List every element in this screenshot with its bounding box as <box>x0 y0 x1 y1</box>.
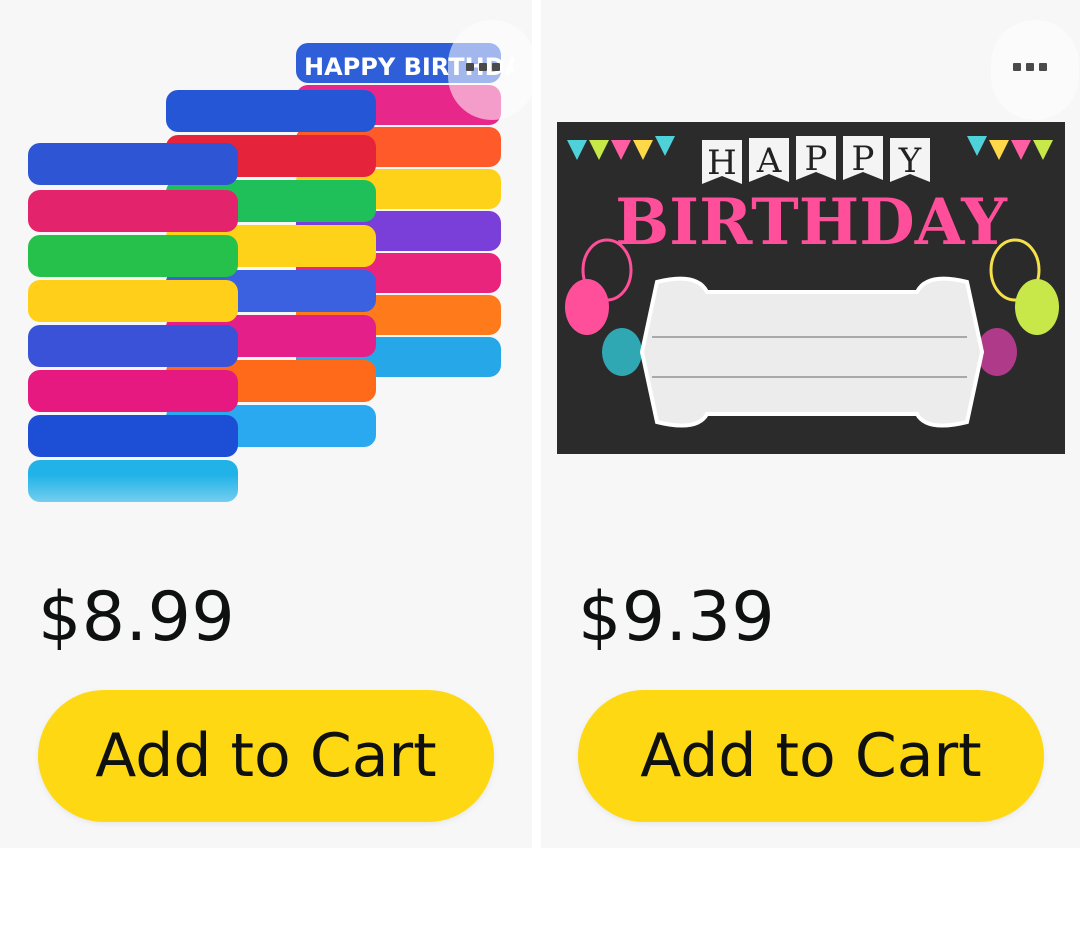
add-to-cart-button[interactable]: Add to Cart <box>578 690 1044 822</box>
card-headline: BIRTHDAY <box>615 185 1008 260</box>
more-options-icon[interactable] <box>1013 60 1049 74</box>
banner-letter: A <box>756 141 782 181</box>
banner-letter: P <box>852 139 875 179</box>
product-image[interactable]: BIRTHDAY HAPPY <box>557 122 1065 454</box>
more-options-icon[interactable] <box>466 60 502 74</box>
product-grid: HAPPY BIRTHDAY <box>0 0 1080 848</box>
product-price: $8.99 <box>38 578 236 657</box>
banner-letter: H <box>707 143 737 183</box>
product-price: $9.39 <box>578 578 776 657</box>
add-to-cart-button[interactable]: Add to Cart <box>38 690 494 822</box>
banner-letter: Y <box>898 141 922 181</box>
banner-letter: P <box>805 139 828 179</box>
product-card[interactable]: BIRTHDAY HAPPY $9.39 Add to Cart <box>541 0 1080 848</box>
product-card[interactable]: HAPPY BIRTHDAY <box>0 0 539 848</box>
product-image[interactable]: HAPPY BIRTHDAY <box>14 35 539 545</box>
